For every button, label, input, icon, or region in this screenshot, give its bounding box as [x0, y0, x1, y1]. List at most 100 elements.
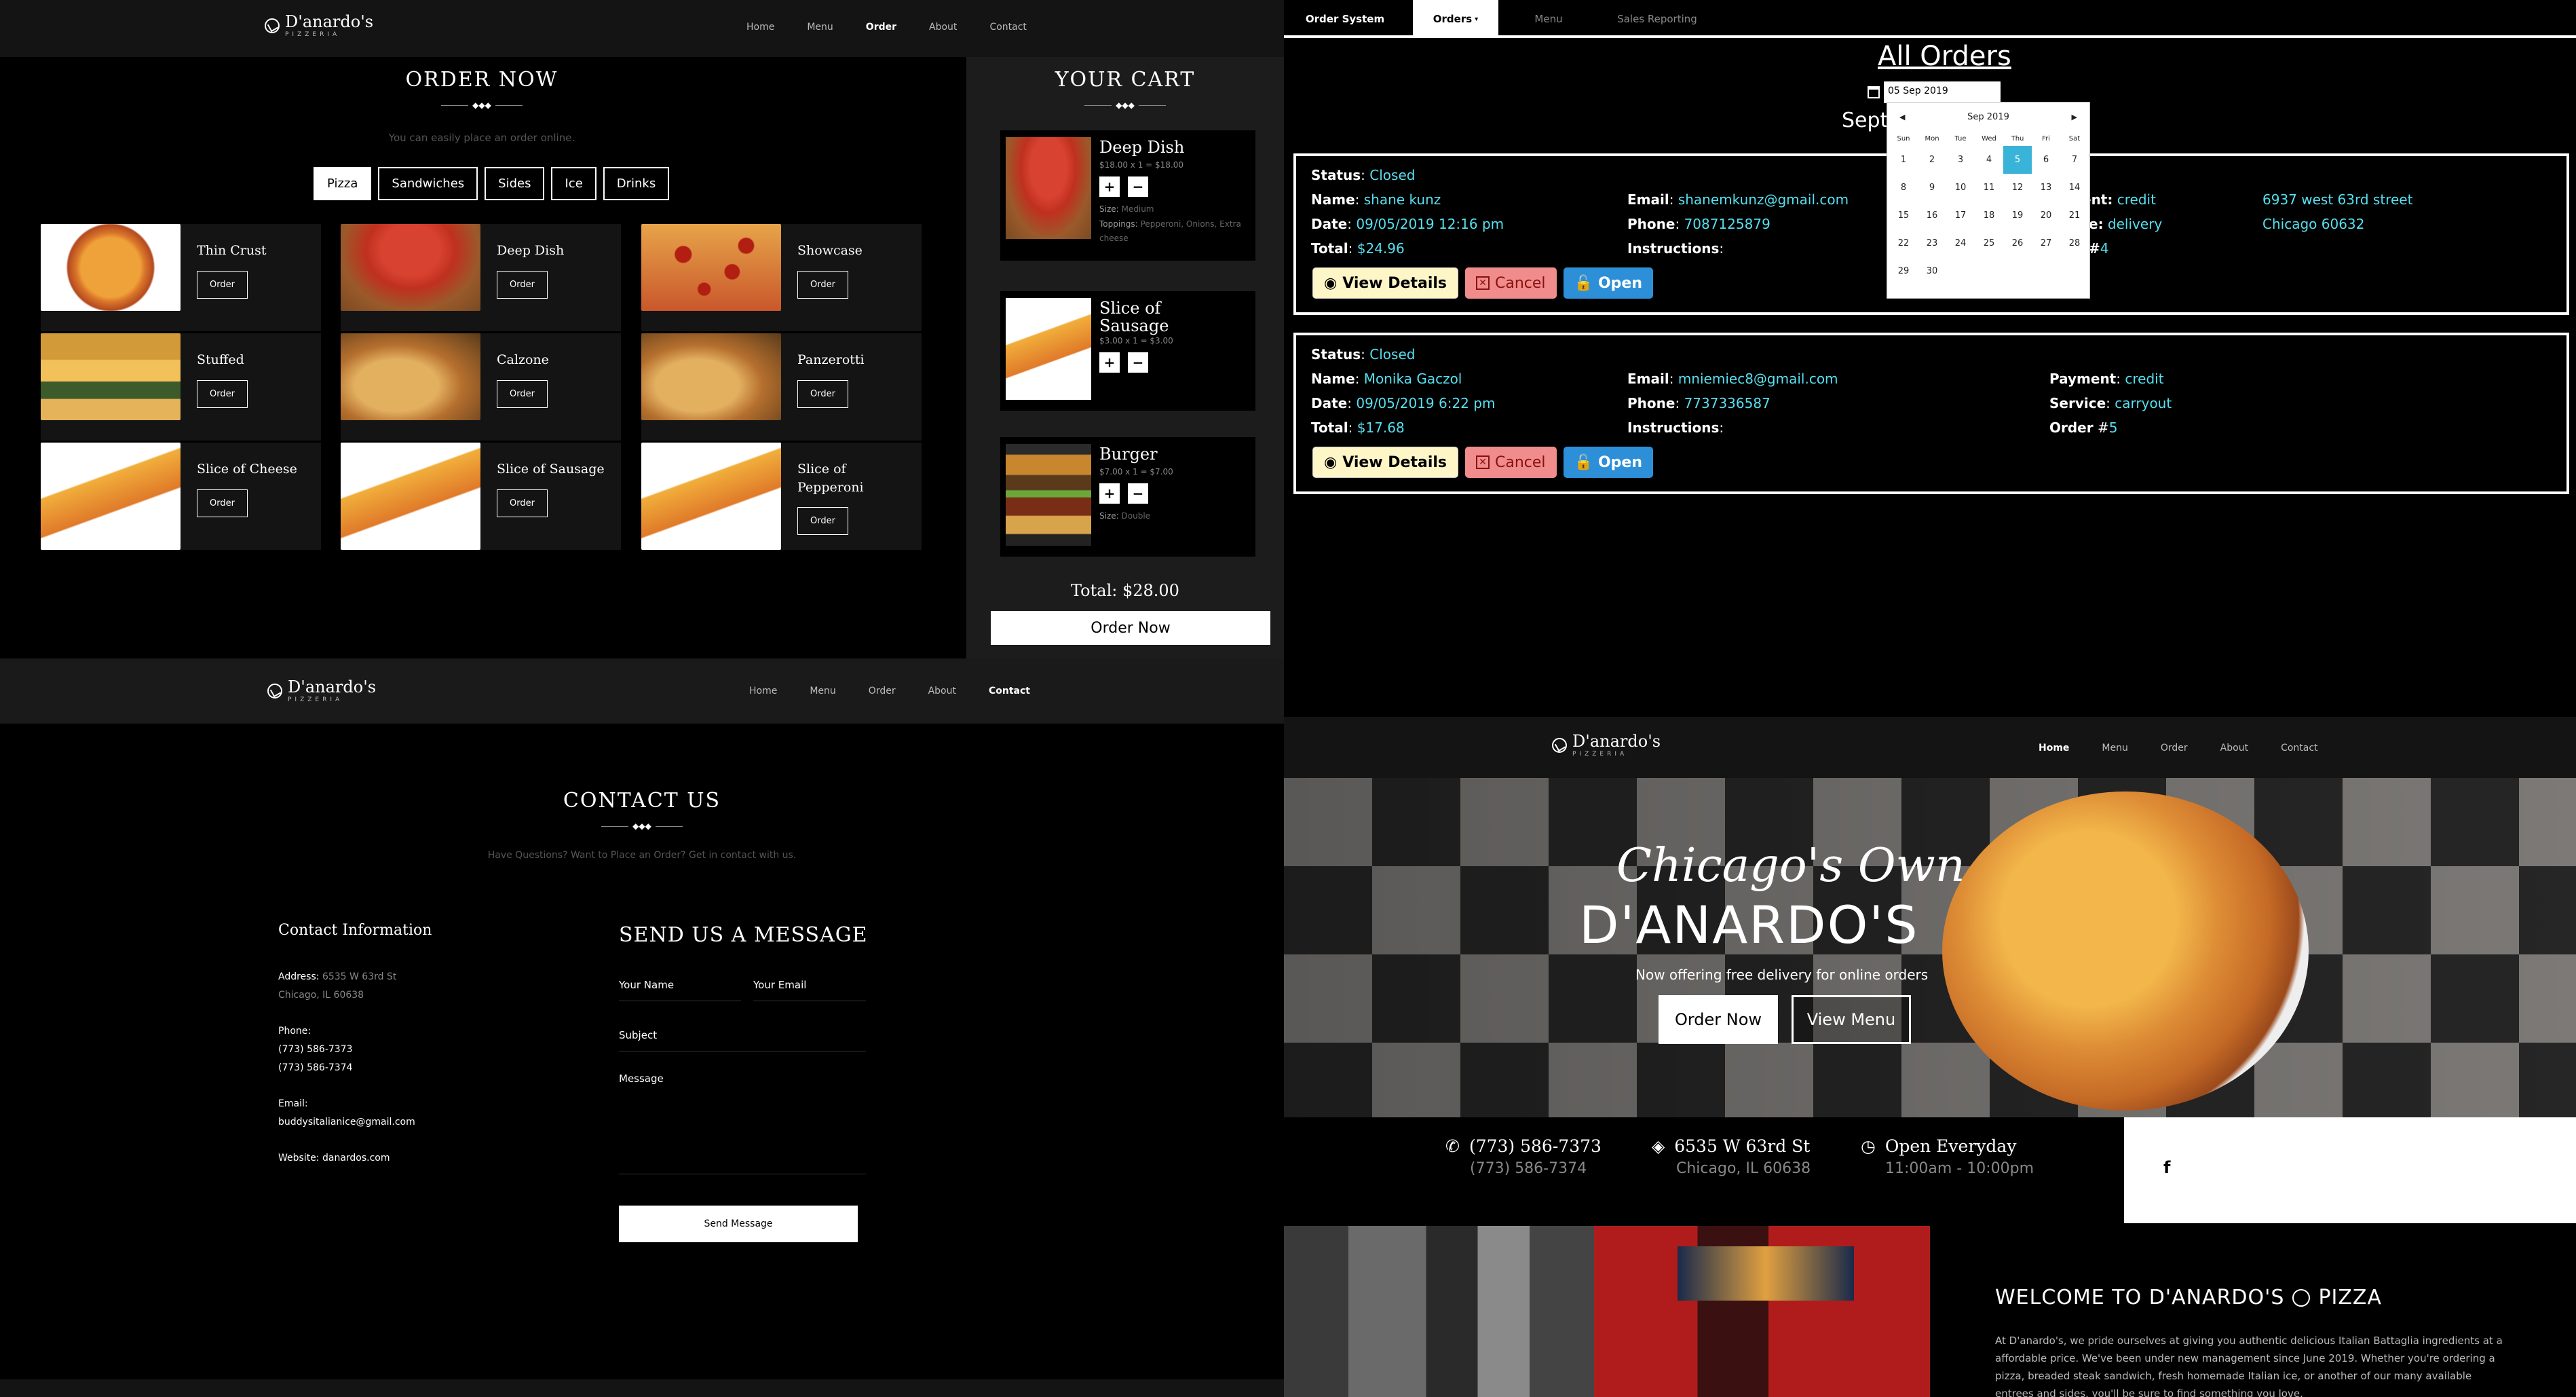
hero-order-now-button[interactable]: Order Now: [1659, 995, 1778, 1044]
order-button[interactable]: Order: [497, 489, 548, 517]
nav-about[interactable]: About: [2220, 743, 2248, 753]
tab-sandwiches[interactable]: Sandwiches: [378, 167, 478, 200]
send-message-button[interactable]: Send Message: [619, 1206, 858, 1242]
cancel-button[interactable]: ✕ Cancel: [1465, 447, 1557, 478]
subject-field[interactable]: Subject: [619, 1029, 866, 1051]
nav-menu[interactable]: Menu: [807, 22, 833, 33]
your-name-field[interactable]: Your Name: [619, 979, 741, 1001]
calendar-day[interactable]: 14: [2060, 174, 2089, 202]
order-now-button[interactable]: Order Now: [991, 611, 1270, 645]
calendar-day[interactable]: 2: [1918, 146, 1946, 174]
tab-order-system[interactable]: Order System: [1298, 0, 1393, 38]
calendar-day[interactable]: 9: [1918, 174, 1946, 202]
next-month-icon[interactable]: ▶: [2072, 113, 2077, 122]
order-button[interactable]: Order: [197, 270, 248, 299]
calendar-day[interactable]: 28: [2060, 229, 2089, 257]
nav-contact[interactable]: Contact: [989, 686, 1030, 696]
nav-about[interactable]: About: [929, 22, 957, 33]
cancel-button[interactable]: ✕ Cancel: [1465, 267, 1557, 299]
nav-menu[interactable]: Menu: [810, 686, 835, 696]
tab-ice[interactable]: Ice: [551, 167, 596, 200]
calendar-day[interactable]: 6: [2032, 146, 2060, 174]
nav-home[interactable]: Home: [2039, 743, 2069, 753]
your-email-field[interactable]: Your Email: [753, 979, 866, 1001]
order-button[interactable]: Order: [197, 489, 248, 517]
calendar-day[interactable]: 30: [1918, 257, 1946, 285]
plus-button[interactable]: +: [1099, 176, 1120, 197]
plus-button[interactable]: +: [1099, 483, 1120, 504]
calendar-day[interactable]: 20: [2032, 202, 2060, 229]
facebook-icon[interactable]: f: [2163, 1158, 2170, 1177]
tab-drinks[interactable]: Drinks: [603, 167, 670, 200]
nav-order[interactable]: Order: [869, 686, 896, 696]
tab-pizza[interactable]: Pizza: [314, 167, 372, 200]
order-button[interactable]: Order: [197, 379, 248, 408]
nav-about[interactable]: About: [928, 686, 956, 696]
calendar-icon[interactable]: [1868, 86, 1880, 98]
site-logo[interactable]: D'anardo's PIZZERIA: [265, 14, 373, 38]
calendar-day[interactable]: 27: [2032, 229, 2060, 257]
nav-home[interactable]: Home: [749, 686, 777, 696]
nav-contact[interactable]: Contact: [989, 22, 1026, 33]
tab-sales-reporting[interactable]: Sales Reporting: [1596, 0, 1718, 38]
calendar-day[interactable]: 4: [1975, 146, 2003, 174]
plus-button[interactable]: +: [1099, 352, 1120, 373]
calendar-day[interactable]: 29: [1889, 257, 1918, 285]
date-input[interactable]: 05 Sep 2019: [1884, 81, 2001, 103]
item-name: Panzerotti: [797, 352, 865, 367]
order-button[interactable]: Order: [497, 270, 548, 299]
nav-order[interactable]: Order: [866, 22, 896, 33]
hero-script-line: Chicago's Own: [1616, 839, 1965, 893]
order-button[interactable]: Order: [797, 507, 848, 536]
calendar-day[interactable]: 13: [2032, 174, 2060, 202]
order-button[interactable]: Order: [497, 379, 548, 408]
calendar-day[interactable]: 21: [2060, 202, 2089, 229]
minus-button[interactable]: −: [1128, 176, 1148, 197]
tab-sides[interactable]: Sides: [485, 167, 545, 200]
calendar-day[interactable]: 17: [1946, 202, 1975, 229]
calendar-day[interactable]: 12: [2003, 174, 2032, 202]
order-button[interactable]: Order: [797, 379, 848, 408]
site-logo[interactable]: D'anardo's PIZZERIA: [267, 679, 376, 703]
calendar-day[interactable]: 16: [1918, 202, 1946, 229]
calendar-day[interactable]: 26: [2003, 229, 2032, 257]
calendar-day[interactable]: 25: [1975, 229, 2003, 257]
nav-contact[interactable]: Contact: [2281, 743, 2317, 753]
hero-view-menu-button[interactable]: View Menu: [1792, 995, 1911, 1044]
calendar-day[interactable]: 15: [1889, 202, 1918, 229]
calendar-day[interactable]: 3: [1946, 146, 1975, 174]
order-button[interactable]: Order: [797, 270, 848, 299]
calendar-day[interactable]: 18: [1975, 202, 2003, 229]
nav-home[interactable]: Home: [746, 22, 774, 33]
calendar-day[interactable]: 10: [1946, 174, 1975, 202]
site-nav: D'anardo's PIZZERIA Home Menu Order About…: [1284, 717, 2576, 778]
open-button[interactable]: 🔓 Open: [1563, 447, 1653, 478]
email-value[interactable]: buddysitalianice@gmail.com: [278, 1113, 415, 1132]
site-logo[interactable]: D'anardo's PIZZERIA: [1552, 733, 1661, 758]
email-value[interactable]: mniemiec8@gmail.com: [1678, 371, 1838, 387]
calendar-day[interactable]: 8: [1889, 174, 1918, 202]
weekday-header: Sat: [2068, 134, 2081, 143]
website-value[interactable]: danardos.com: [322, 1153, 390, 1163]
item-name: Showcase: [797, 243, 863, 258]
minus-button[interactable]: −: [1128, 483, 1148, 504]
calendar-day[interactable]: 19: [2003, 202, 2032, 229]
calendar-day[interactable]: 23: [1918, 229, 1946, 257]
prev-month-icon[interactable]: ◀: [1899, 113, 1905, 122]
calendar-day[interactable]: 11: [1975, 174, 2003, 202]
calendar-day[interactable]: 1: [1889, 146, 1918, 174]
nav-order[interactable]: Order: [2161, 743, 2188, 753]
calendar-day[interactable]: 24: [1946, 229, 1975, 257]
email-value[interactable]: shanemkunz@gmail.com: [1678, 191, 1849, 208]
calendar-day[interactable]: 7: [2060, 146, 2089, 174]
calendar-day[interactable]: 5: [2003, 146, 2032, 174]
open-button[interactable]: 🔓 Open: [1563, 267, 1653, 299]
minus-button[interactable]: −: [1128, 352, 1148, 373]
tab-menu[interactable]: Menu: [1515, 0, 1583, 38]
nav-menu[interactable]: Menu: [2102, 743, 2127, 753]
view-details-button[interactable]: ◉ View Details: [1312, 267, 1459, 299]
tab-orders[interactable]: Orders ▾: [1413, 0, 1498, 38]
message-field[interactable]: Message: [619, 1073, 866, 1174]
calendar-day[interactable]: 22: [1889, 229, 1918, 257]
view-details-button[interactable]: ◉ View Details: [1312, 447, 1459, 478]
